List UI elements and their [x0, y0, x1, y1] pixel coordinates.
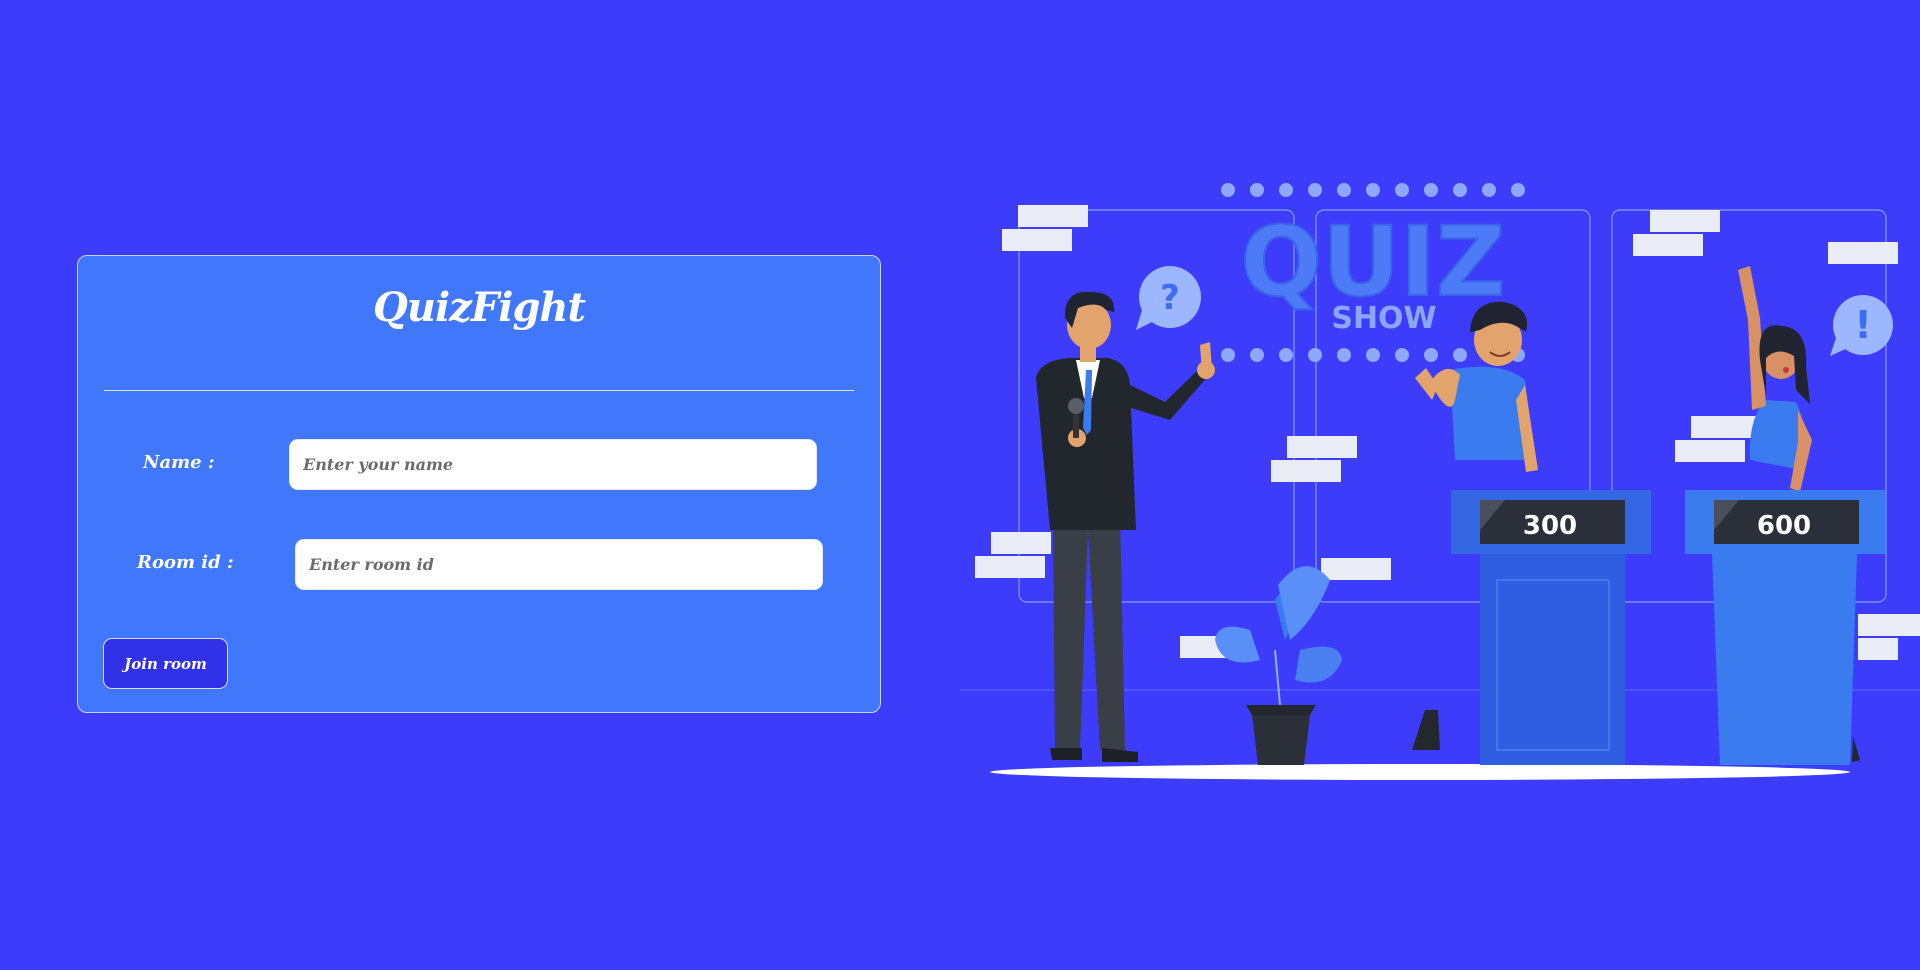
name-input[interactable] — [289, 439, 817, 490]
title-divider — [104, 390, 854, 391]
podium-left-score: 300 — [1523, 511, 1577, 541]
podium-left: 300 — [1451, 490, 1651, 765]
room-id-input[interactable] — [295, 539, 823, 590]
name-label: Name : — [143, 452, 215, 473]
podium-right-score: 600 — [1757, 511, 1811, 541]
quizfight-page: QuizFight Name : Room id : Join room — [0, 0, 1920, 970]
host-figure — [1036, 291, 1215, 762]
join-room-card: QuizFight Name : Room id : Join room — [77, 255, 881, 713]
question-bubble-icon: ? — [1136, 266, 1201, 330]
svg-text:!: ! — [1854, 303, 1871, 347]
podium-right: 600 — [1685, 490, 1885, 765]
stage-floor — [990, 764, 1850, 780]
svg-text:?: ? — [1160, 278, 1180, 318]
potted-plant — [1215, 566, 1342, 765]
app-title: QuizFight — [373, 284, 586, 331]
join-room-button[interactable]: Join room — [103, 638, 228, 689]
show-sign-text: SHOW — [1331, 301, 1436, 336]
room-id-label: Room id : — [137, 552, 234, 573]
contestant-right — [1738, 266, 1812, 492]
quiz-show-illustration: QUIZ SHOW ? ! 300 600 — [960, 170, 1920, 790]
exclamation-bubble-icon: ! — [1830, 295, 1893, 356]
